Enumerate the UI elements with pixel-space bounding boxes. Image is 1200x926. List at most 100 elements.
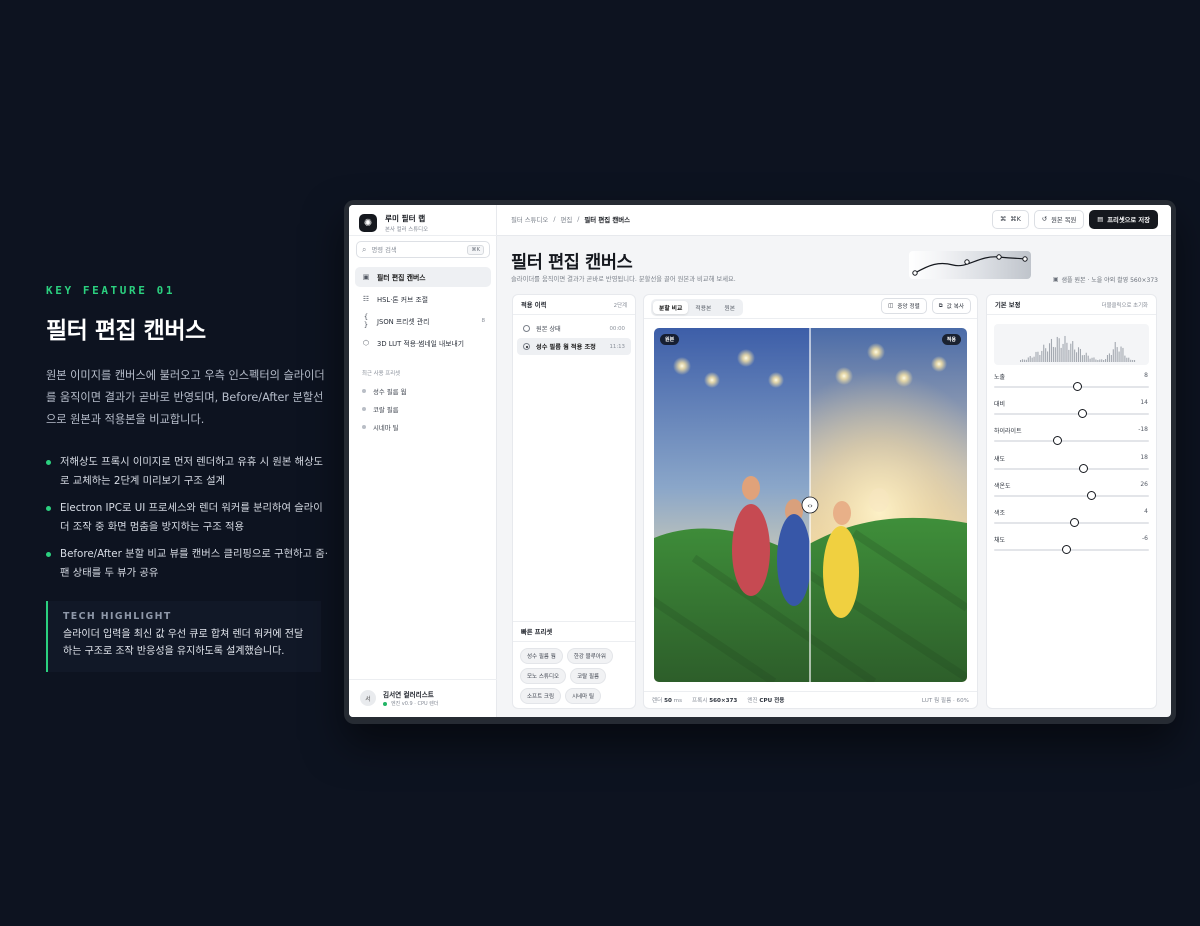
tab-original[interactable]: 원본: [718, 301, 741, 314]
breadcrumb-item[interactable]: 편집: [560, 215, 572, 224]
slider-label: 채도: [994, 537, 1006, 545]
recent-preset-item[interactable]: 성수 필름 웜: [362, 382, 406, 400]
avatar: 서: [360, 690, 376, 706]
lut-status: LUT 웜 필름 · 60%: [921, 698, 969, 704]
user-profile[interactable]: 서 김서연 컬러리스트 엔진 v0.9 · CPU 렌더: [349, 679, 497, 717]
search-icon: ⌕: [362, 244, 367, 254]
histogram-bar: [1033, 356, 1035, 362]
restore-original-button[interactable]: ↺ 원본 복원: [1033, 210, 1085, 229]
tech-highlight-label: TECH HIGHLIGHT: [63, 611, 172, 622]
inspector-panel: 기본 보정 더블클릭으로 초기화 노출 8 대비 14 하이라이트 -18 섀도 18 색온도 2…: [986, 294, 1157, 709]
preset-chip[interactable]: 모노 스튜디오: [520, 668, 567, 684]
canvas-status-bar: 렌더 50 ms 프록시 560×373 엔진 CPU 전용 LUT 웜 필름 …: [644, 691, 977, 708]
histogram-bar: [1020, 360, 1022, 362]
breadcrumb-current: 필터 편집 캔버스: [584, 216, 630, 224]
tab-split-compare[interactable]: 분할 비교: [653, 301, 689, 314]
recent-preset-item[interactable]: 시네마 틸: [362, 418, 406, 436]
feature-kicker: KEY FEATURE 01: [46, 284, 176, 297]
circle-icon: [523, 325, 530, 332]
tab-applied[interactable]: 적용본: [689, 301, 717, 314]
slider-track[interactable]: [994, 413, 1149, 416]
sidebar-item-3d-lut[interactable]: ⬡ 3D LUT 적용·썸네일 내보내기: [355, 333, 491, 353]
history-title: 적용 이력: [521, 302, 547, 309]
histogram-bar: [1052, 346, 1054, 362]
slider-track[interactable]: [994, 467, 1149, 470]
photo-artwork: ‹›: [654, 328, 967, 682]
slider-knob[interactable]: [1053, 436, 1063, 446]
engine-value: CPU 전용: [759, 698, 785, 704]
histogram-bar: [1058, 338, 1060, 362]
copy-values-button[interactable]: ⧉ 값 복사: [931, 298, 971, 314]
histogram-bar: [1085, 352, 1087, 362]
command-icon: ⌘: [1000, 216, 1007, 223]
slider-track[interactable]: [994, 549, 1149, 552]
command-search-input[interactable]: ⌕ 명령 검색 ⌘K: [356, 241, 490, 258]
preset-chip[interactable]: 성수 필름 웜: [520, 648, 563, 664]
slider-row: 색온도 26: [994, 479, 1149, 506]
histogram-bar: [1132, 360, 1134, 362]
center-align-button[interactable]: ◫ 중앙 정렬: [881, 298, 927, 314]
dot-icon: [362, 389, 366, 393]
preset-chip[interactable]: 시네마 틸: [565, 688, 602, 704]
histogram-bar: [1116, 347, 1118, 362]
dot-icon: [362, 407, 366, 411]
slider-track[interactable]: [994, 440, 1149, 443]
history-list: 원본 상태 00:00 성수 필름 웜 적용 조정 11:13: [513, 315, 635, 361]
preset-chip[interactable]: 소프트 크림: [520, 688, 562, 704]
breadcrumb-separator: /: [577, 215, 580, 223]
histogram-bar: [1031, 357, 1033, 362]
histogram-bar: [1021, 359, 1024, 362]
sidebar-item-json-presets[interactable]: { } JSON 프리셋 관리 8: [355, 311, 491, 331]
bullet-dot-icon: [46, 506, 51, 511]
app-window-frame: ✺ 루미 필터 랩 본사 컬러 스튜디오 ⌕ 명령 검색 ⌘K ▣ 필터 편집 …: [344, 200, 1176, 724]
image-canvas[interactable]: ‹› 원본 적용: [654, 328, 967, 682]
history-item[interactable]: 원본 상태 00:00: [517, 320, 631, 337]
recent-preset-label: 시네마 틸: [373, 423, 399, 432]
user-status-text: 엔진 v0.9 · CPU 렌더: [391, 701, 439, 707]
feature-description: 원본 이미지를 캔버스에 불러오고 우측 인스펙터의 슬라이더를 움직이면 결과…: [46, 369, 325, 426]
history-header: 적용 이력 2단계: [513, 295, 635, 315]
slider-knob[interactable]: [1079, 463, 1089, 473]
command-palette-button[interactable]: ⌘ ⌘K: [992, 210, 1029, 229]
recent-preset-item[interactable]: 코랄 필름: [362, 400, 406, 418]
copy-icon: ⧉: [938, 302, 943, 309]
slider-track[interactable]: [994, 494, 1149, 497]
save-label: 프리셋으로 저장: [1107, 217, 1150, 224]
recent-preset-label: 코랄 필름: [373, 405, 399, 414]
sidebar-item-hsl-curve[interactable]: ☷ HSL·톤 커브 조절: [355, 289, 491, 309]
tech-highlight: TECH HIGHLIGHT 슬라이더 입력을 최신 값 우선 큐로 합쳐 렌더…: [46, 601, 321, 672]
save-preset-button[interactable]: ▤ 프리셋으로 저장: [1089, 210, 1158, 229]
histogram-bar: [1099, 359, 1101, 362]
histogram-bar: [1105, 359, 1107, 362]
toolbar: ⌘ ⌘K ↺ 원본 복원 ▤ 프리셋으로 저장: [992, 210, 1158, 229]
bullet-text: Electron IPC로 UI 프로세스와 렌더 워커를 분리하여 슬라이더 …: [60, 502, 323, 533]
histogram-bar: [1089, 358, 1091, 362]
sidebar: ✺ 루미 필터 랩 본사 컬러 스튜디오 ⌕ 명령 검색 ⌘K ▣ 필터 편집 …: [349, 205, 497, 717]
breadcrumb-item[interactable]: 필터 스튜디오: [511, 215, 548, 224]
slider-track[interactable]: [994, 386, 1149, 388]
feature-bullet: 저해상도 프록시 이미지로 먼저 렌더하고 유휴 시 원본 해상도로 교체하는 …: [46, 453, 331, 491]
preset-chip[interactable]: 한강 블루아워: [566, 648, 613, 664]
slider-label: 노출: [994, 374, 1006, 381]
history-item[interactable]: 성수 필름 웜 적용 조정 11:13: [517, 338, 631, 355]
page-title: 필터 편집 캔버스: [511, 253, 633, 273]
slider-knob[interactable]: [1070, 517, 1080, 527]
brand[interactable]: ✺ 루미 필터 랩 본사 컬러 스튜디오: [359, 213, 428, 233]
sidebar-item-label: JSON 프리셋 관리: [377, 318, 430, 326]
sidebar-item-label: 3D LUT 적용·썸네일 내보내기: [377, 340, 465, 348]
preset-chip[interactable]: 코랄 필름: [570, 668, 607, 684]
slider-knob[interactable]: [1073, 382, 1083, 391]
histogram-bar: [1122, 347, 1124, 362]
histogram-bar: [1079, 348, 1081, 362]
slider-label: 하이라이트: [994, 428, 1022, 436]
tone-curve-icon: [912, 254, 1028, 276]
slider-value: -6: [1142, 535, 1148, 543]
slider-knob[interactable]: [1062, 545, 1072, 555]
slider-knob[interactable]: [1087, 490, 1097, 500]
app-screen: ✺ 루미 필터 랩 본사 컬러 스튜디오 ⌕ 명령 검색 ⌘K ▣ 필터 편집 …: [349, 205, 1171, 717]
image-icon: ▣: [362, 273, 370, 281]
sidebar-item-filter-canvas[interactable]: ▣ 필터 편집 캔버스: [355, 267, 491, 287]
slider-knob[interactable]: [1077, 409, 1087, 419]
user-status: 엔진 v0.9 · CPU 렌더: [383, 700, 438, 707]
histogram-bar: [1039, 354, 1041, 362]
